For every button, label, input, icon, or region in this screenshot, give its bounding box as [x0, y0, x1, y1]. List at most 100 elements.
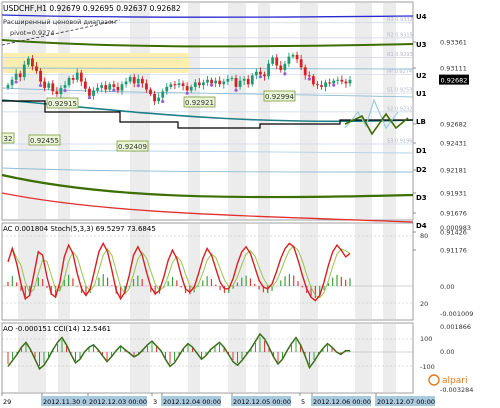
session-band-price	[228, 3, 246, 219]
candle-body	[157, 97, 161, 102]
candle-body	[193, 82, 197, 87]
candle-body	[59, 87, 63, 95]
session-band-price	[258, 3, 270, 219]
time-axis-label: 2012.12.04 00:00	[163, 398, 221, 406]
candle-body	[96, 87, 99, 91]
candle-body	[238, 80, 242, 87]
candle-body	[271, 57, 275, 64]
candle-body	[242, 78, 246, 81]
candle-body	[112, 84, 116, 87]
price-axis-label: 0.92682	[440, 121, 467, 129]
candle-body	[14, 73, 18, 80]
left-cut-tag: 32	[4, 135, 13, 143]
session-band-osc2	[18, 324, 46, 392]
logo-text: alpari	[442, 376, 467, 386]
session-band-price	[130, 3, 150, 219]
time-axis-label: 2012.12.06 00:00	[313, 398, 371, 406]
candle-body	[336, 79, 340, 81]
candle-body	[161, 91, 165, 98]
candle-body	[173, 84, 177, 86]
candle-body	[116, 86, 120, 91]
candle-body	[214, 80, 218, 84]
candle-body	[275, 57, 279, 66]
session-band-price	[355, 3, 372, 219]
range-label: Расширенный ценовой диапазон	[3, 18, 116, 26]
pivot-label: pivot=0.9274	[10, 29, 55, 37]
pivot-level-label: S1 0.9253	[387, 88, 412, 94]
level-label: LB	[416, 118, 426, 126]
candle-body	[120, 84, 124, 91]
session-band-osc2	[355, 324, 372, 392]
price-axis-label: 0.91931	[440, 190, 467, 198]
candle-body	[332, 80, 336, 84]
pivot-level-label: R3 0.9332	[387, 17, 413, 23]
candle-body	[10, 79, 14, 86]
fractal-marker	[258, 75, 263, 79]
candle-body	[92, 90, 95, 96]
candle-body	[246, 78, 250, 85]
candle-body	[230, 78, 234, 80]
candle-body	[279, 65, 283, 70]
session-band-price	[188, 3, 200, 219]
candle-body	[100, 85, 104, 88]
osc1-axis-label: 0.00	[440, 283, 454, 291]
alpari-logo-icon	[428, 374, 440, 386]
chart-root: R3 0.9332 R2 0.9315 R1 0.9293 PP 0.9274 S1 0…	[0, 0, 500, 408]
stoch-level-label: 20	[420, 300, 428, 308]
osc1-header: AC 0.001804 Stoch(5,3,3) 69.5297 73.6845	[3, 225, 156, 233]
candle-body	[18, 73, 22, 78]
fractal-marker	[87, 95, 92, 100]
candle-body	[79, 72, 83, 82]
time-axis-label: 2012.12.03 00:00	[89, 398, 147, 406]
candle-body	[22, 64, 26, 78]
pivot-level-label: R1 0.9293	[387, 52, 413, 58]
session-band-osc2	[58, 324, 70, 392]
session-band-osc1	[228, 224, 246, 319]
time-axis-label: 29	[3, 398, 11, 406]
candle-body	[149, 89, 152, 95]
candle-body	[108, 84, 112, 90]
price-label: 0.92921	[185, 99, 214, 107]
candle-body	[320, 85, 323, 87]
time-axis-label: 2012.12.05 00:00	[233, 398, 291, 406]
candle-body	[202, 82, 205, 86]
fractal-marker	[38, 83, 43, 88]
candle-body	[250, 75, 254, 85]
candle-body	[316, 84, 319, 86]
pivot-level-label: S2 0.9232	[387, 106, 412, 112]
candle-body	[299, 59, 303, 68]
fractal-marker	[332, 83, 336, 87]
candle-body	[153, 94, 156, 102]
pivot-level-label: PP 0.9274	[387, 69, 412, 75]
level-label: U3	[416, 41, 427, 49]
level-label: U1	[416, 90, 427, 98]
session-band-osc1	[300, 224, 318, 319]
fractal-marker	[185, 91, 189, 95]
session-band-osc1	[258, 224, 270, 319]
candle-body	[67, 78, 71, 86]
osc2-axis-label: -0.003284	[440, 386, 473, 394]
candle-body	[287, 56, 291, 64]
price-label: 0.92455	[30, 137, 59, 145]
candle-body	[291, 54, 295, 57]
candle-body	[254, 71, 258, 76]
candle-body	[189, 86, 193, 91]
extended-range-band	[3, 53, 189, 73]
fractal-marker	[209, 83, 214, 87]
candle-body	[197, 82, 201, 86]
candle-body	[303, 67, 307, 76]
time-axis-label: 2012.12.07 00:00	[377, 398, 435, 406]
session-band-osc1	[355, 224, 372, 319]
candle-body	[128, 77, 132, 82]
candle-body	[181, 83, 185, 87]
candle-body	[165, 86, 169, 92]
candle-body	[295, 54, 299, 60]
candle-body	[39, 70, 42, 82]
candle-body	[63, 85, 67, 88]
session-band-price	[300, 3, 318, 219]
stoch-level-label: 80	[420, 232, 428, 240]
candle-body	[26, 58, 30, 65]
candle-body	[263, 74, 266, 77]
candle-body	[307, 75, 311, 77]
price-label: 0.92409	[118, 143, 147, 151]
